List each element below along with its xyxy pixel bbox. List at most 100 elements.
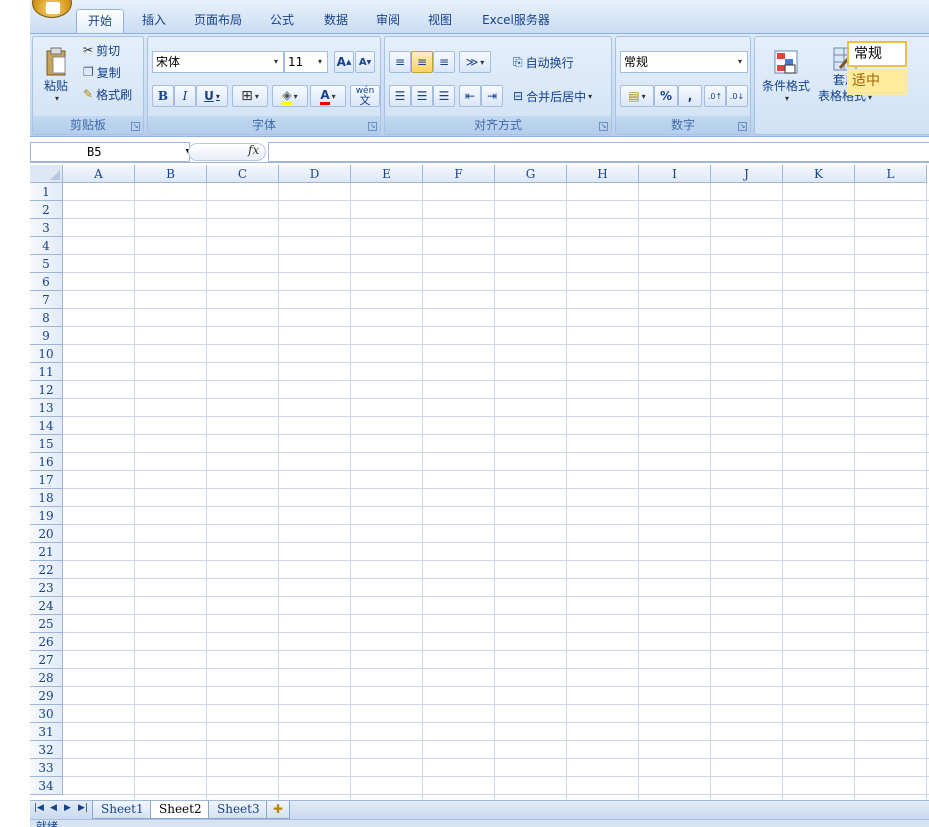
font-name-select[interactable]: 宋体 ▾ [152, 51, 284, 73]
row-header-9[interactable]: 9 [30, 327, 63, 345]
column-header-f[interactable]: F [423, 165, 495, 183]
sheet-tab-sheet1[interactable]: Sheet1 [92, 801, 153, 819]
align-left-button[interactable]: ☰ [389, 85, 411, 107]
select-all-button[interactable] [30, 165, 63, 183]
shrink-font-button[interactable]: A ▼ [355, 51, 375, 73]
fill-color-button[interactable]: ◈ ▾ [272, 85, 308, 107]
row-header-5[interactable]: 5 [30, 255, 63, 273]
row-header-30[interactable]: 30 [30, 705, 63, 723]
row-header-6[interactable]: 6 [30, 273, 63, 291]
sheet-tab-sheet3[interactable]: Sheet3 [208, 801, 269, 819]
merge-center-button[interactable]: ⊟ 合并后居中 ▾ [513, 85, 592, 107]
row-header-19[interactable]: 19 [30, 507, 63, 525]
column-header-e[interactable]: E [351, 165, 423, 183]
align-middle-button[interactable]: ≡ [411, 51, 433, 73]
tab-review[interactable]: 审阅 [368, 9, 408, 33]
sheet-tab-sheet2[interactable]: Sheet2 [150, 801, 211, 819]
currency-button[interactable]: ▤ ▾ [620, 85, 654, 107]
last-sheet-icon[interactable]: ▶| [78, 803, 88, 813]
row-header-28[interactable]: 28 [30, 669, 63, 687]
comma-button[interactable]: , [678, 85, 702, 107]
row-header-13[interactable]: 13 [30, 399, 63, 417]
cell-area[interactable] [63, 183, 929, 800]
number-format-select[interactable]: 常规 ▾ [620, 51, 748, 73]
name-box[interactable]: B5▼ [30, 142, 191, 162]
tab-data[interactable]: 数据 [316, 9, 356, 33]
row-header-31[interactable]: 31 [30, 723, 63, 741]
column-header-i[interactable]: I [639, 165, 711, 183]
row-header-32[interactable]: 32 [30, 741, 63, 759]
row-header-27[interactable]: 27 [30, 651, 63, 669]
row-header-16[interactable]: 16 [30, 453, 63, 471]
first-sheet-icon[interactable]: |◀ [34, 803, 44, 813]
row-header-7[interactable]: 7 [30, 291, 63, 309]
row-header-29[interactable]: 29 [30, 687, 63, 705]
row-header-10[interactable]: 10 [30, 345, 63, 363]
insert-function-icon[interactable]: fx [248, 143, 259, 157]
row-header-17[interactable]: 17 [30, 471, 63, 489]
tab-formulas[interactable]: 公式 [262, 9, 302, 33]
column-header-h[interactable]: H [567, 165, 639, 183]
tab-view[interactable]: 视图 [420, 9, 460, 33]
row-header-1[interactable]: 1 [30, 183, 63, 201]
row-header-4[interactable]: 4 [30, 237, 63, 255]
conditional-format-button[interactable]: 条件格式 ▾ [757, 43, 815, 109]
column-header-j[interactable]: J [711, 165, 783, 183]
orientation-button[interactable]: ≫ ▾ [459, 51, 491, 73]
row-header-8[interactable]: 8 [30, 309, 63, 327]
borders-button[interactable]: ⊞ ▾ [232, 85, 268, 107]
column-header-a[interactable]: A [63, 165, 135, 183]
alignment-launcher-icon[interactable]: ↘ [599, 122, 608, 131]
underline-button[interactable]: U ▾ [196, 85, 228, 107]
phonetic-button[interactable]: wén 文 [350, 85, 380, 107]
format-painter-button[interactable]: ✎ 格式刷 [83, 85, 132, 103]
insert-sheet-button[interactable]: ✚ [266, 801, 291, 819]
percent-button[interactable]: % [654, 85, 678, 107]
align-center-button[interactable]: ☰ [411, 85, 433, 107]
column-header-l[interactable]: L [855, 165, 927, 183]
row-header-26[interactable]: 26 [30, 633, 63, 651]
italic-button[interactable]: I [174, 85, 196, 107]
style-neutral[interactable]: 适中 [847, 69, 907, 95]
column-header-c[interactable]: C [207, 165, 279, 183]
row-header-21[interactable]: 21 [30, 543, 63, 561]
clipboard-launcher-icon[interactable]: ↘ [131, 122, 140, 131]
font-size-select[interactable]: 11 ▾ [284, 51, 328, 73]
increase-indent-button[interactable]: ⇥ [481, 85, 503, 107]
tab-home[interactable]: 开始 [76, 9, 124, 33]
paste-button[interactable]: 粘贴 ▾ [39, 41, 73, 109]
font-launcher-icon[interactable]: ↘ [368, 122, 377, 131]
column-header-d[interactable]: D [279, 165, 351, 183]
bold-button[interactable]: B [152, 85, 174, 107]
row-header-12[interactable]: 12 [30, 381, 63, 399]
column-header-b[interactable]: B [135, 165, 207, 183]
row-header-34[interactable]: 34 [30, 777, 63, 795]
row-header-22[interactable]: 22 [30, 561, 63, 579]
row-header-2[interactable]: 2 [30, 201, 63, 219]
row-header-15[interactable]: 15 [30, 435, 63, 453]
row-header-25[interactable]: 25 [30, 615, 63, 633]
style-normal[interactable]: 常规 [847, 41, 907, 67]
cut-button[interactable]: ✂ 剪切 [83, 41, 120, 59]
grow-font-button[interactable]: A ▲ [334, 51, 354, 73]
column-header-k[interactable]: K [783, 165, 855, 183]
tab-page-layout[interactable]: 页面布局 [186, 9, 250, 33]
tab-insert[interactable]: 插入 [134, 9, 174, 33]
row-header-33[interactable]: 33 [30, 759, 63, 777]
prev-sheet-icon[interactable]: ◀ [50, 803, 57, 813]
decrease-indent-button[interactable]: ⇤ [459, 85, 481, 107]
copy-button[interactable]: ❐ 复制 [83, 63, 121, 81]
row-header-23[interactable]: 23 [30, 579, 63, 597]
row-header-18[interactable]: 18 [30, 489, 63, 507]
next-sheet-icon[interactable]: ▶ [64, 803, 71, 813]
column-header-g[interactable]: G [495, 165, 567, 183]
increase-decimal-button[interactable]: .0↑ [704, 85, 726, 107]
tab-excel-server[interactable]: Excel服务器 [476, 9, 556, 33]
row-header-11[interactable]: 11 [30, 363, 63, 381]
align-right-button[interactable]: ☰ [433, 85, 455, 107]
row-header-14[interactable]: 14 [30, 417, 63, 435]
formula-input[interactable] [268, 142, 929, 162]
align-top-button[interactable]: ≡ [389, 51, 411, 73]
row-header-3[interactable]: 3 [30, 219, 63, 237]
row-header-24[interactable]: 24 [30, 597, 63, 615]
